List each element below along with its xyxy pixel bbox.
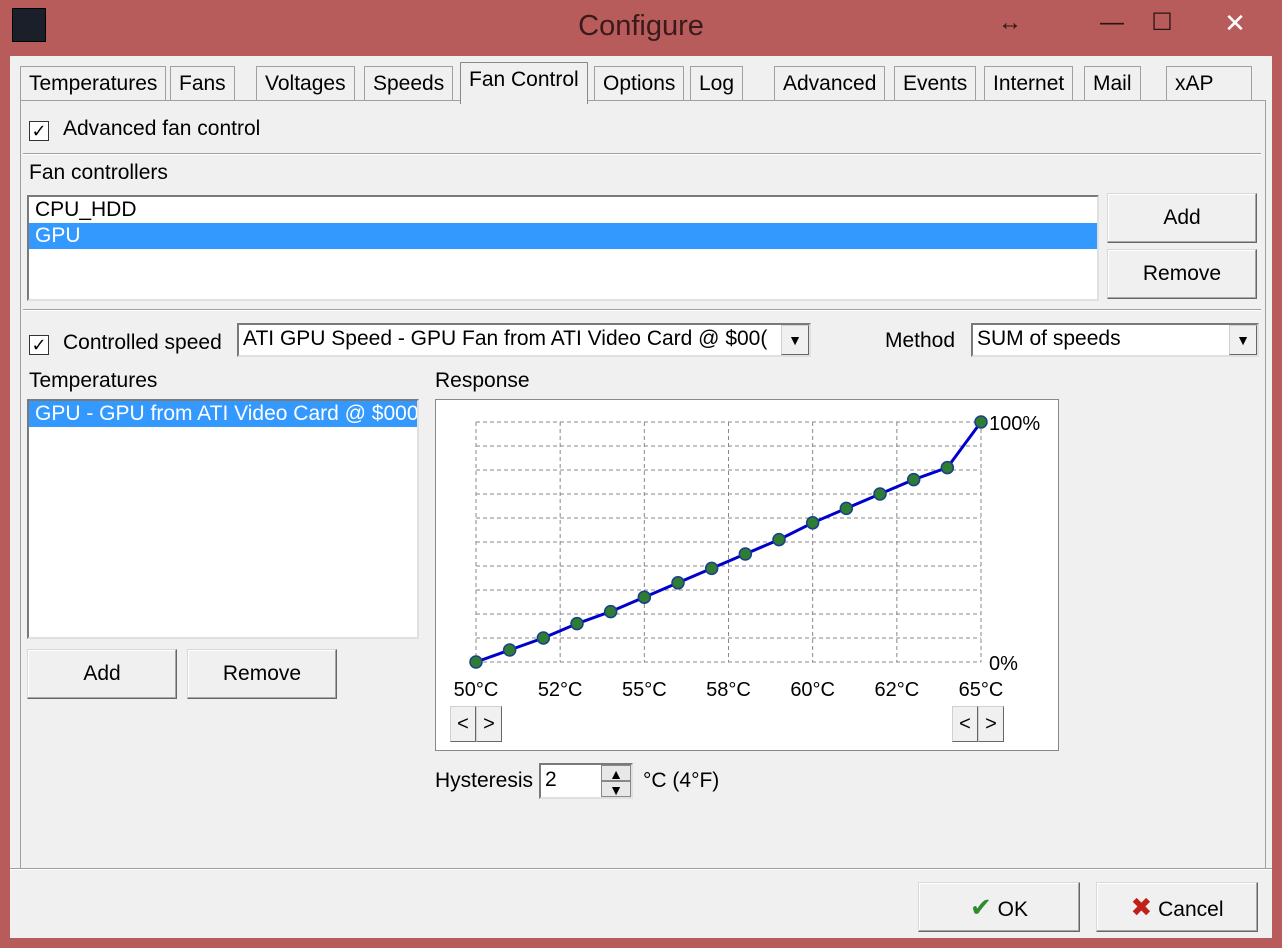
controlled-speed-value: ATI GPU Speed - GPU Fan from ATI Video C…	[243, 327, 768, 350]
tab-temperatures[interactable]: Temperatures	[20, 66, 167, 102]
hysteresis-input[interactable]: 2 ▲ ▼	[539, 763, 633, 799]
data-point	[738, 547, 753, 561]
response-chart[interactable]: 50°C 52°C 55°C 58°C 60°C 62°C 65°C 0% 100%	[436, 400, 1058, 750]
x-tick-label: 60°C	[790, 679, 835, 701]
hysteresis-unit: °C (4°F)	[643, 769, 720, 792]
tab-log[interactable]: Log	[690, 66, 744, 102]
data-point	[502, 643, 517, 657]
tab-options[interactable]: Options	[594, 66, 685, 102]
remove-fan-controller-button[interactable]: Remove	[1107, 249, 1257, 299]
tab-xap[interactable]: xAP	[1166, 66, 1252, 102]
right-shift-left-arrow[interactable]: <	[952, 706, 978, 742]
check-icon: ✔	[970, 892, 992, 922]
data-point	[772, 532, 786, 547]
method-select[interactable]: SUM of speeds ▼	[971, 323, 1259, 357]
data-point	[704, 561, 719, 576]
data-point	[536, 631, 551, 645]
x-tick-label: 50°C	[454, 679, 499, 701]
dialog-client: Temperatures Fans Voltages Speeds Fan Co…	[10, 56, 1272, 938]
x-tick-label: 65°C	[959, 679, 1004, 701]
fan-controllers-label: Fan controllers	[29, 161, 168, 184]
list-item[interactable]: GPU	[29, 223, 1097, 249]
chevron-down-icon[interactable]: ▼	[781, 325, 809, 355]
title-bar: Configure ↔ — ☐ ✕	[0, 0, 1282, 56]
response-label: Response	[435, 369, 530, 392]
y-tick-label: 0%	[989, 653, 1018, 675]
tab-fans[interactable]: Fans	[170, 66, 235, 102]
left-shift-right-arrow[interactable]: >	[476, 706, 502, 742]
data-point	[906, 472, 921, 487]
tab-events[interactable]: Events	[894, 66, 977, 102]
temperatures-list[interactable]: GPU - GPU from ATI Video Card @ $000	[27, 399, 419, 639]
controlled-speed-checkbox[interactable]: ✓	[29, 335, 49, 355]
temperatures-label: Temperatures	[29, 369, 158, 392]
fan-controllers-list[interactable]: CPU_HDD GPU	[27, 195, 1099, 301]
spin-up-icon[interactable]: ▲	[601, 765, 631, 782]
method-value: SUM of speeds	[977, 327, 1121, 350]
x-tick-label: 62°C	[874, 679, 919, 701]
data-point	[805, 516, 820, 530]
tab-mail[interactable]: Mail	[1084, 66, 1141, 102]
resize-icon[interactable]: ↔	[988, 6, 1032, 42]
data-point	[469, 655, 483, 669]
response-chart-box[interactable]: 50°C 52°C 55°C 58°C 60°C 62°C 65°C 0% 100% < > <…	[435, 399, 1059, 751]
controlled-speed-select[interactable]: ATI GPU Speed - GPU Fan from ATI Video C…	[237, 323, 811, 357]
data-point	[570, 616, 584, 631]
hysteresis-value: 2	[545, 768, 557, 791]
divider	[23, 309, 1261, 311]
x-tick-label: 55°C	[622, 679, 667, 701]
tab-advanced[interactable]: Advanced	[774, 66, 886, 102]
footer-divider	[10, 868, 1272, 870]
tab-voltages[interactable]: Voltages	[256, 66, 355, 102]
advanced-fan-control-label: Advanced fan control	[63, 117, 261, 140]
fan-control-panel: ✓ Advanced fan control Fan controllers C…	[20, 100, 1266, 870]
spin-down-icon[interactable]: ▼	[601, 781, 631, 798]
tab-fan-control[interactable]: Fan Control	[460, 62, 588, 104]
maximize-button[interactable]: ☐	[1140, 6, 1184, 42]
y-tick-label: 100%	[989, 413, 1040, 435]
remove-temperature-button[interactable]: Remove	[187, 649, 337, 699]
right-shift-right-arrow[interactable]: >	[978, 706, 1004, 742]
cancel-button[interactable]: ✖ Cancel	[1096, 882, 1258, 932]
ok-label: OK	[997, 898, 1028, 921]
method-label: Method	[885, 329, 956, 352]
ok-button[interactable]: ✔ OK	[918, 882, 1080, 932]
x-tick-label: 58°C	[706, 679, 751, 701]
data-point	[671, 576, 685, 590]
data-point	[974, 415, 988, 429]
close-button[interactable]: ✕	[1202, 6, 1268, 42]
x-icon: ✖	[1130, 892, 1153, 922]
hysteresis-label: Hysteresis	[435, 769, 534, 792]
x-tick-label: 52°C	[538, 679, 583, 701]
divider	[23, 153, 1261, 155]
controlled-speed-label: Controlled speed	[63, 331, 222, 354]
list-item[interactable]: CPU_HDD	[29, 197, 1097, 223]
cancel-label: Cancel	[1158, 898, 1224, 921]
add-fan-controller-button[interactable]: Add	[1107, 193, 1257, 243]
chevron-down-icon[interactable]: ▼	[1229, 325, 1257, 355]
minimize-button[interactable]: —	[1090, 6, 1134, 42]
list-item[interactable]: GPU - GPU from ATI Video Card @ $000	[29, 401, 417, 427]
tab-internet[interactable]: Internet	[984, 66, 1074, 102]
advanced-fan-control-checkbox[interactable]: ✓	[29, 121, 49, 141]
data-point	[873, 487, 887, 501]
left-shift-left-arrow[interactable]: <	[450, 706, 476, 742]
tab-strip: Temperatures Fans Voltages Speeds Fan Co…	[20, 62, 1260, 104]
data-point	[839, 501, 854, 516]
data-point	[637, 590, 652, 604]
data-point	[603, 604, 618, 619]
tab-speeds[interactable]: Speeds	[364, 66, 454, 102]
add-temperature-button[interactable]: Add	[27, 649, 177, 699]
data-point	[940, 460, 955, 475]
